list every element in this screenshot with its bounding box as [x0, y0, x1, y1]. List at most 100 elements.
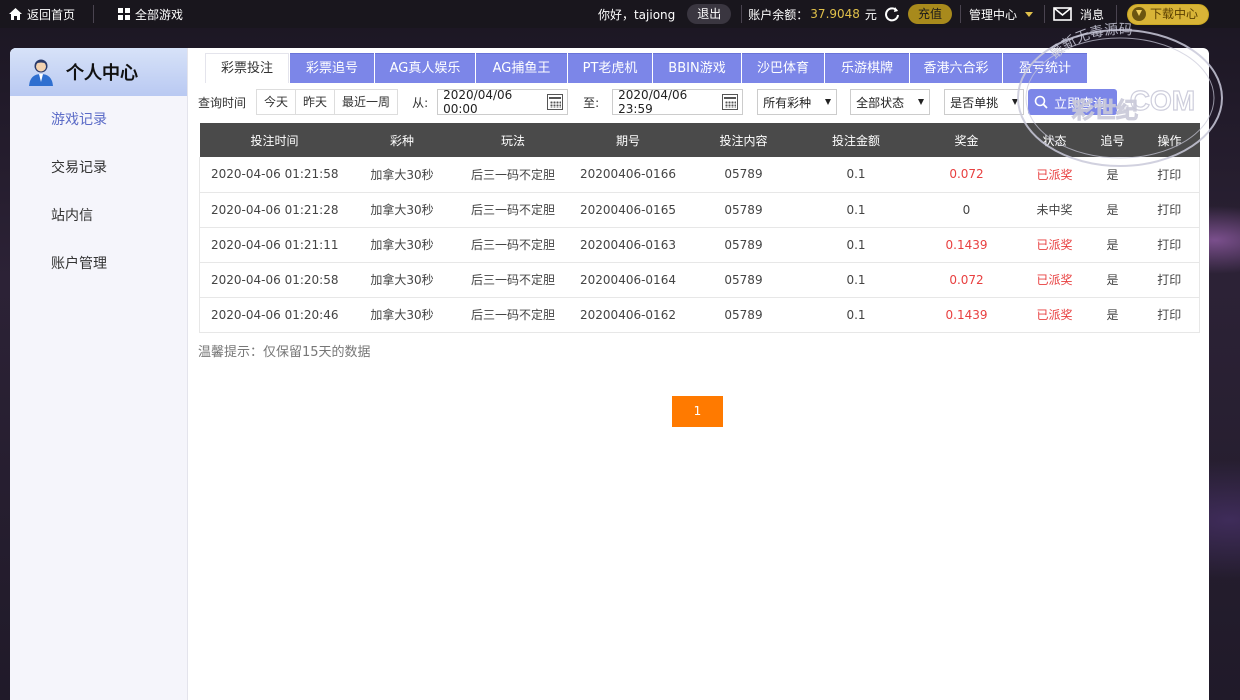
logout-button[interactable]: 退出 [687, 4, 732, 24]
table-row[interactable]: 2020-04-06 01:20:46 加拿大30秒 后三一码不定胆 20200… [199, 297, 1200, 333]
tab-saba-sports[interactable]: 沙巴体育 [742, 53, 824, 83]
bets-table: 投注时间 彩种 玩法 期号 投注内容 投注金额 奖金 状态 追号 操作 2020… [199, 123, 1200, 333]
tab-hk-mark-six[interactable]: 香港六合彩 [910, 53, 1002, 83]
issue-number: 20200406-0165 [571, 192, 685, 228]
print-link[interactable]: 打印 [1139, 192, 1200, 228]
calendar-icon[interactable] [722, 94, 739, 110]
query-button[interactable]: 立即查询 [1028, 89, 1118, 115]
table-row[interactable]: 2020-04-06 01:21:11 加拿大30秒 后三一码不定胆 20200… [199, 227, 1200, 263]
sidebar-item-account[interactable]: 账户管理 [10, 251, 187, 299]
play-type: 后三一码不定胆 [454, 262, 572, 298]
home-link[interactable]: 返回首页 [0, 0, 75, 28]
tab-bbin[interactable]: BBIN游戏 [653, 53, 741, 83]
sidebar-header: 个人中心 [10, 48, 187, 96]
bet-time: 2020-04-06 01:21:58 [199, 157, 350, 193]
chase-flag: 是 [1085, 262, 1140, 298]
to-label: 至: [583, 95, 600, 110]
bet-status: 已派奖 [1023, 157, 1086, 193]
from-date-field[interactable]: 2020/04/06 00:00 [437, 88, 569, 116]
print-link[interactable]: 打印 [1139, 157, 1200, 193]
tab-ag-live[interactable]: AG真人娱乐 [375, 53, 475, 83]
bet-status: 已派奖 [1023, 262, 1086, 298]
print-link[interactable]: 打印 [1139, 227, 1200, 263]
balance-label: 账户余额： [748, 7, 809, 22]
prize-amount: 0.1439 [909, 227, 1024, 263]
messages-link[interactable]: 消息 [1053, 0, 1104, 28]
bet-time: 2020-04-06 01:21:28 [199, 192, 350, 228]
sidebar-item-transactions[interactable]: 交易记录 [10, 155, 187, 203]
search-icon [1034, 95, 1048, 109]
tab-ag-fishing[interactable]: AG捕鱼王 [476, 53, 567, 83]
single-bet-select[interactable]: 是否单挑 [944, 89, 1025, 115]
chase-flag: 是 [1085, 297, 1140, 333]
recharge-button[interactable]: 充值 [907, 4, 952, 24]
bet-amount: 0.1 [802, 227, 910, 263]
bet-time: 2020-04-06 01:20:46 [199, 297, 350, 333]
single-bet-value: 是否单挑 [950, 95, 999, 110]
sidebar-item-inbox[interactable]: 站内信 [10, 203, 187, 251]
page-1-button[interactable]: 1 [672, 396, 723, 427]
range-yesterday-button[interactable]: 昨天 [296, 90, 336, 114]
balance-value: 37.9048 [810, 7, 860, 21]
greeting: 你好，tajiong [597, 7, 676, 22]
range-week-button[interactable]: 最近一周 [335, 90, 397, 114]
bet-amount: 0.1 [802, 157, 910, 193]
chase-flag: 是 [1085, 227, 1140, 263]
sidebar-item-game-records[interactable]: 游戏记录 [10, 107, 187, 155]
bet-status: 已派奖 [1023, 227, 1086, 263]
bet-time: 2020-04-06 01:21:11 [199, 227, 350, 263]
print-link[interactable]: 打印 [1139, 297, 1200, 333]
balance-unit: 元 [864, 7, 877, 22]
lottery-type: 加拿大30秒 [349, 227, 455, 263]
messages-label: 消息 [1079, 7, 1104, 22]
refresh-icon[interactable] [884, 6, 900, 22]
play-type: 后三一码不定胆 [454, 227, 572, 263]
column-header: 投注时间 [199, 123, 350, 157]
table-row[interactable]: 2020-04-06 01:21:58 加拿大30秒 后三一码不定胆 20200… [199, 157, 1200, 193]
play-type: 后三一码不定胆 [454, 157, 572, 193]
column-header: 追号 [1085, 123, 1140, 157]
lottery-type-select[interactable]: 所有彩种 [757, 89, 838, 115]
bet-content: 05789 [684, 262, 803, 298]
download-center-button[interactable]: 下载中心 [1126, 3, 1209, 25]
to-date-field[interactable]: 2020/04/06 23:59 [612, 88, 744, 116]
table-row[interactable]: 2020-04-06 01:20:58 加拿大30秒 后三一码不定胆 20200… [199, 262, 1200, 298]
tab-profit-loss[interactable]: 盈亏统计 [1003, 53, 1087, 83]
query-time-label: 查询时间 [198, 95, 247, 110]
chase-flag: 是 [1085, 192, 1140, 228]
divider [959, 5, 961, 23]
sidebar-menu: 游戏记录 交易记录 站内信 账户管理 [10, 96, 187, 299]
dropdown-arrow-icon [825, 99, 832, 105]
bet-content: 05789 [684, 297, 803, 333]
divider [741, 5, 743, 23]
play-type: 后三一码不定胆 [454, 192, 572, 228]
issue-number: 20200406-0166 [571, 157, 685, 193]
tab-lottery-bets[interactable]: 彩票投注 [205, 53, 289, 83]
download-icon [1131, 7, 1146, 21]
lottery-type: 加拿大30秒 [349, 157, 455, 193]
table-header-row: 投注时间 彩种 玩法 期号 投注内容 投注金额 奖金 状态 追号 操作 [199, 123, 1200, 157]
issue-number: 20200406-0164 [571, 262, 685, 298]
tab-leyou-chess[interactable]: 乐游棋牌 [825, 53, 909, 83]
top-bar: 返回首页 全部游戏 你好，tajiong 退出 账户余额： 37.9048 元 … [0, 0, 1240, 28]
status-select[interactable]: 全部状态 [850, 89, 931, 115]
sidebar-title: 个人中心 [66, 63, 138, 84]
tab-pt-slots[interactable]: PT老虎机 [568, 53, 652, 83]
user-avatar-icon [29, 59, 53, 86]
admin-label: 管理中心 [968, 7, 1017, 22]
admin-dropdown[interactable]: 管理中心 [969, 0, 1033, 28]
chevron-down-icon [1024, 11, 1033, 17]
print-link[interactable]: 打印 [1139, 262, 1200, 298]
bet-amount: 0.1 [802, 192, 910, 228]
divider [93, 5, 95, 23]
table-row[interactable]: 2020-04-06 01:21:28 加拿大30秒 后三一码不定胆 20200… [199, 192, 1200, 228]
calendar-icon[interactable] [547, 94, 564, 110]
all-games-link[interactable]: 全部游戏 [118, 0, 183, 28]
main-panel: 个人中心 游戏记录 交易记录 站内信 账户管理 彩票投注 彩票追号 AG真人娱乐… [10, 48, 1209, 700]
download-label: 下载中心 [1149, 6, 1198, 21]
play-type: 后三一码不定胆 [454, 297, 572, 333]
range-today-button[interactable]: 今天 [257, 90, 297, 114]
quick-range-group: 今天 昨天 最近一周 [256, 89, 399, 115]
lottery-type-value: 所有彩种 [763, 95, 812, 110]
tab-lottery-chase[interactable]: 彩票追号 [290, 53, 374, 83]
